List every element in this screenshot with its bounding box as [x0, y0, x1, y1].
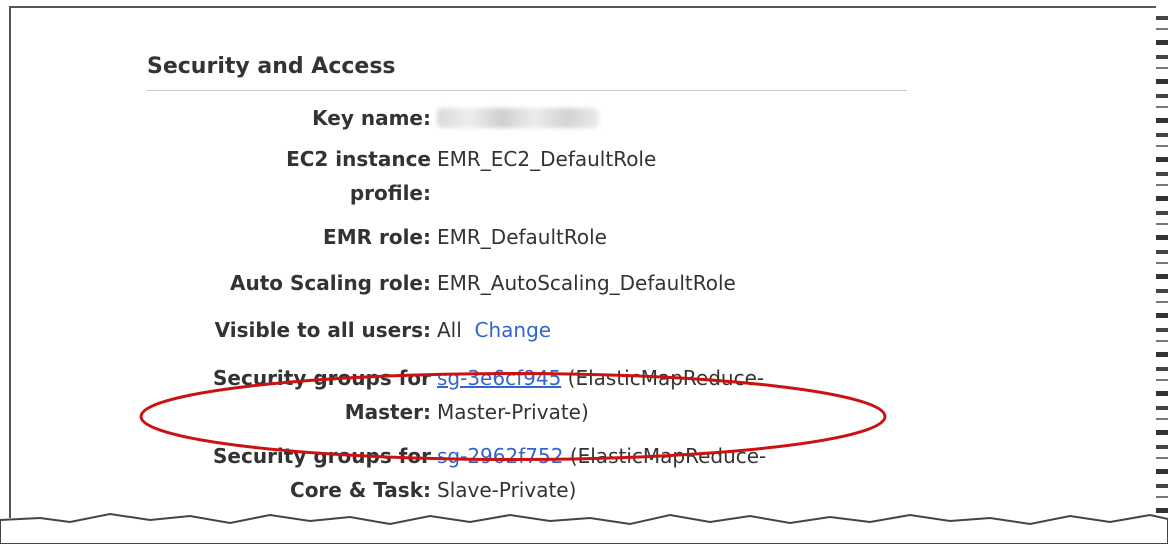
screenshot-page: Security and Access Key name: EC2 instan… — [0, 0, 1168, 544]
sg-master-value-line1: (ElasticMapReduce- — [567, 366, 765, 390]
ec2-profile-label: EC2 instance profile: — [147, 142, 431, 210]
emr-role-value: EMR_DefaultRole — [437, 225, 607, 249]
visible-all-users-text: All — [437, 318, 462, 342]
change-visibility-link[interactable]: Change — [475, 318, 552, 342]
sg-master-label: Security groups for Master: — [147, 361, 431, 429]
autoscaling-role-label: Auto Scaling role: — [230, 271, 431, 295]
sg-master-label-line1: Security groups for — [213, 366, 431, 390]
sg-core-label-line1: Security groups for — [213, 444, 431, 468]
ec2-profile-label-line1: EC2 instance — [286, 147, 431, 171]
sg-core-label: Security groups for Core & Task: — [147, 439, 431, 507]
sg-core-value: sg-2962f752 (ElasticMapReduce- Slave-Pri… — [437, 439, 907, 507]
autoscaling-role-value: EMR_AutoScaling_DefaultRole — [437, 271, 736, 295]
sg-core-label-line2: Core & Task: — [290, 478, 431, 502]
row-sg-core: Security groups for Core & Task: sg-2962… — [147, 439, 907, 507]
sg-master-link[interactable]: sg-3e6cf945 — [437, 366, 561, 390]
blurred-key-value — [437, 107, 599, 128]
visible-all-users-label: Visible to all users: — [214, 318, 431, 342]
torn-paper-edge — [0, 512, 1168, 544]
row-ec2-profile: EC2 instance profile: EMR_EC2_DefaultRol… — [147, 142, 907, 210]
sg-master-value-line2: Master-Private) — [437, 400, 589, 424]
sg-core-link[interactable]: sg-2962f752 — [437, 444, 563, 468]
frame-right-edge — [1156, 6, 1168, 516]
row-sg-master: Security groups for Master: sg-3e6cf945 … — [147, 361, 907, 429]
frame-left-border — [9, 6, 11, 518]
key-name-value — [437, 101, 907, 135]
sg-core-value-line1: (ElasticMapReduce- — [569, 444, 767, 468]
section-divider — [147, 90, 907, 91]
section-title: Security and Access — [147, 54, 396, 79]
visible-all-users-value: All Change — [437, 313, 907, 347]
sg-master-label-line2: Master: — [344, 400, 431, 424]
ec2-profile-label-line2: profile: — [349, 181, 431, 205]
security-access-section: Security and Access Key name: EC2 instan… — [147, 50, 907, 502]
ec2-profile-value: EMR_EC2_DefaultRole — [437, 147, 657, 171]
torn-edge-path — [0, 512, 1168, 544]
row-autoscaling-role: Auto Scaling role: EMR_AutoScaling_Defau… — [147, 266, 907, 300]
frame-top-border — [9, 6, 1158, 8]
row-visible-all-users: Visible to all users: All Change — [147, 313, 907, 347]
sg-master-value: sg-3e6cf945 (ElasticMapReduce- Master-Pr… — [437, 361, 907, 429]
row-key-name: Key name: — [147, 101, 907, 135]
sg-core-value-line2: Slave-Private) — [437, 478, 577, 502]
row-emr-role: EMR role: EMR_DefaultRole — [147, 220, 907, 254]
emr-role-label: EMR role: — [323, 225, 431, 249]
key-name-label: Key name: — [312, 106, 431, 130]
